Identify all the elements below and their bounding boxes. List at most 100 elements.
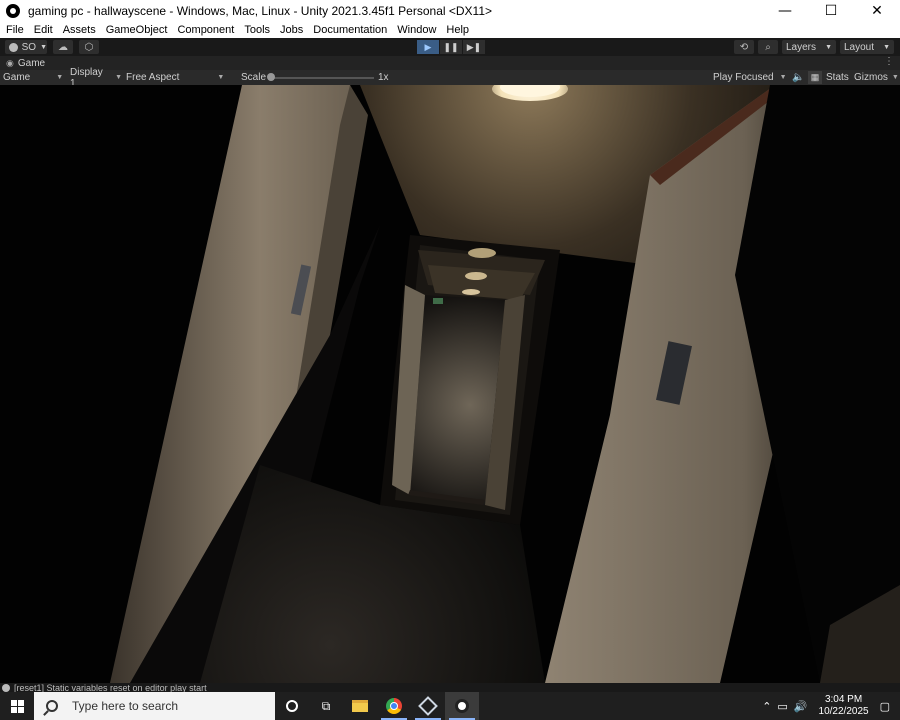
more-options-icon[interactable]: ⋮ — [884, 56, 894, 67]
unity-hub-button[interactable] — [411, 692, 445, 720]
view-select-label: Game — [3, 72, 31, 83]
gizmos-toggle[interactable]: Gizmos ▼ — [854, 71, 899, 84]
network-icon[interactable]: ▭ — [777, 700, 787, 713]
system-tray: ⌃ ▭ 🔊 3:04 PM 10/22/2025 ▢ — [759, 692, 900, 720]
menu-file[interactable]: File — [6, 24, 24, 36]
cortana-button[interactable] — [275, 692, 309, 720]
windows-taskbar: Type here to search ⧉ ⌃ ▭ 🔊 3:04 PM 10/2… — [0, 692, 900, 720]
file-explorer-button[interactable] — [343, 692, 377, 720]
display-select[interactable]: Display 1 ▼ — [70, 67, 122, 89]
chevron-down-icon: ▼ — [115, 74, 122, 81]
history-button[interactable]: ⟲ — [734, 40, 754, 54]
collab-button[interactable]: ⬡ — [79, 40, 99, 54]
game-tab-bar: ◉ Game ⋮ — [0, 56, 900, 70]
pause-button[interactable]: ❚❚ — [440, 40, 462, 54]
volume-icon[interactable]: 🔊 — [794, 700, 808, 713]
main-toolbar: SO ▼ ☁ ⬡ ▶ ❚❚ ▶❚ ⟲ ⌕ Layers ▼ Layout ▼ — [0, 38, 900, 56]
unity-logo-icon — [6, 4, 20, 18]
scale-slider-handle[interactable] — [267, 73, 275, 81]
account-label: SO — [21, 41, 37, 53]
unity-icon — [455, 699, 469, 713]
menu-help[interactable]: Help — [446, 24, 469, 36]
scale-slider-track[interactable] — [270, 77, 374, 79]
chevron-down-icon: ▼ — [40, 43, 47, 51]
window-title-bar: gaming pc - hallwayscene - Windows, Mac,… — [0, 0, 900, 22]
gamepad-icon: ◉ — [6, 57, 14, 68]
menu-window[interactable]: Window — [397, 24, 436, 36]
gamepad-toggle[interactable]: ▦ — [808, 71, 822, 84]
game-viewport[interactable] — [0, 85, 900, 683]
task-view-button[interactable]: ⧉ — [309, 692, 343, 720]
tab-game-label: Game — [17, 57, 46, 69]
start-button[interactable] — [0, 692, 34, 720]
toolbar-right: ⟲ ⌕ Layers ▼ Layout ▼ — [734, 40, 894, 54]
account-avatar-icon — [9, 42, 18, 52]
menu-tools[interactable]: Tools — [244, 24, 270, 36]
search-icon: ⌕ — [765, 41, 771, 53]
menu-gameobject[interactable]: GameObject — [106, 24, 168, 36]
play-mode-select[interactable]: Play Focused ▼ — [713, 71, 787, 84]
minimize-button[interactable]: — — [762, 0, 808, 22]
notification-icon[interactable]: ▢ — [880, 700, 890, 713]
taskbar-search-box[interactable]: Type here to search — [34, 692, 275, 720]
chevron-down-icon: ▼ — [56, 74, 64, 81]
play-button[interactable]: ▶ — [417, 40, 439, 54]
cortana-circle-icon — [286, 700, 298, 712]
chrome-icon — [386, 698, 402, 714]
chevron-down-icon: ▼ — [825, 43, 832, 51]
chevron-down-icon: ▼ — [217, 74, 225, 81]
layers-label: Layers — [786, 41, 817, 53]
search-icon — [46, 700, 58, 712]
layout-dropdown[interactable]: Layout ▼ — [840, 40, 894, 54]
chevron-down-icon: ▼ — [891, 74, 899, 81]
chevron-down-icon: ▼ — [883, 43, 890, 51]
windows-logo-icon — [10, 699, 24, 713]
window-controls: — ☐ ✕ — [762, 0, 900, 22]
clock-date: 10/22/2025 — [818, 706, 869, 717]
unity-editor-button[interactable] — [445, 692, 479, 720]
step-icon: ▶❚ — [466, 41, 482, 52]
menu-bar: File Edit Assets GameObject Component To… — [0, 22, 900, 38]
menu-assets[interactable]: Assets — [63, 24, 96, 36]
unity-hub-icon — [418, 696, 438, 716]
pause-icon: ❚❚ — [443, 41, 459, 52]
menu-edit[interactable]: Edit — [34, 24, 53, 36]
scale-label: Scale — [241, 72, 267, 83]
speaker-icon: 🔈 — [792, 72, 805, 83]
info-icon — [2, 684, 10, 692]
playmode-controls: ▶ ❚❚ ▶❚ — [417, 40, 485, 54]
close-button[interactable]: ✕ — [854, 0, 900, 22]
grid-icon: ▦ — [810, 72, 820, 82]
search-placeholder: Type here to search — [72, 699, 179, 713]
chevron-up-icon[interactable]: ⌃ — [762, 700, 771, 713]
tab-game[interactable]: ◉ Game — [0, 58, 45, 69]
taskbar-clock[interactable]: 3:04 PM 10/22/2025 — [819, 694, 869, 718]
layout-label: Layout — [844, 41, 875, 53]
layers-dropdown[interactable]: Layers ▼ — [782, 40, 836, 54]
play-icon: ▶ — [424, 41, 432, 52]
hallway-render — [0, 85, 900, 683]
menu-component[interactable]: Component — [177, 24, 234, 36]
folder-icon — [352, 700, 368, 712]
stats-toggle[interactable]: Stats — [826, 71, 849, 84]
history-icon: ⟲ — [739, 41, 749, 53]
chrome-button[interactable] — [377, 692, 411, 720]
maximize-button[interactable]: ☐ — [808, 0, 854, 22]
menu-documentation[interactable]: Documentation — [313, 24, 387, 36]
chevron-down-icon: ▼ — [779, 74, 787, 81]
clock-time: 3:04 PM — [824, 694, 863, 705]
collab-icon: ⬡ — [84, 41, 94, 53]
gizmos-label: Gizmos — [854, 72, 888, 83]
menu-jobs[interactable]: Jobs — [280, 24, 303, 36]
game-view-controls: Game ▼ Display 1 ▼ Free Aspect ▼ Scale 1… — [0, 67, 900, 89]
view-select[interactable]: Game ▼ — [3, 71, 63, 84]
mute-audio-button[interactable]: 🔈 — [792, 71, 804, 84]
cloud-button[interactable]: ☁ — [53, 40, 73, 54]
aspect-select-label: Free Aspect — [126, 72, 180, 83]
account-dropdown[interactable]: SO ▼ — [5, 40, 47, 54]
task-view-icon: ⧉ — [321, 698, 331, 713]
aspect-select[interactable]: Free Aspect ▼ — [126, 71, 236, 84]
search-button[interactable]: ⌕ — [758, 40, 778, 54]
scale-value: 1x — [378, 72, 389, 83]
step-button[interactable]: ▶❚ — [463, 40, 485, 54]
